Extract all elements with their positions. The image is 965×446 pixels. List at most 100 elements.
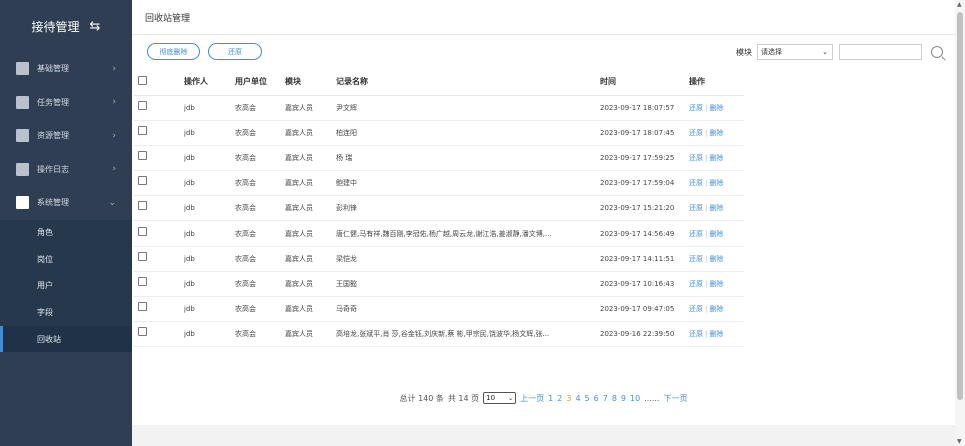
sidebar: 接待管理 ⇆ 基础管理 › 任务管理 › 资源管理 › 操作日志 › 系统管理 …: [0, 0, 132, 446]
sidebar-item-tasks[interactable]: 任务管理 ›: [0, 86, 132, 120]
page-link[interactable]: 8: [612, 394, 617, 403]
menu-icon: [16, 129, 29, 143]
column-header: 模块: [285, 68, 336, 96]
sidebar-item-resources[interactable]: 资源管理 ›: [0, 119, 132, 153]
menu-icon: [16, 162, 29, 176]
row-checkbox[interactable]: [138, 150, 147, 160]
table-row[interactable]: jdb 农高会 嘉宾人员 尹文辉 2023-09-17 18:07:57 还原 | 删除: [134, 95, 744, 121]
action-divider: |: [705, 330, 708, 339]
scrollbar-thumb[interactable]: [957, 12, 963, 400]
row-delete-link[interactable]: 删除: [709, 179, 723, 187]
row-checkbox[interactable]: [138, 100, 147, 110]
table-row[interactable]: jdb 农高会 嘉宾人员 王国懿 2023-09-17 10:16:43 还原 | 删除: [134, 271, 744, 298]
page-link[interactable]: 9: [621, 394, 626, 403]
table-cell: jdb: [184, 321, 235, 348]
sidebar-item-fields[interactable]: 字段: [0, 299, 132, 326]
sidebar-item-positions[interactable]: 岗位: [0, 246, 132, 273]
row-checkbox[interactable]: [138, 302, 147, 312]
row-delete-link[interactable]: 删除: [709, 104, 723, 112]
table-cell: 嘉宾人员: [285, 246, 336, 272]
table-cell: 2023-09-17 18:07:57: [600, 95, 689, 121]
page-link[interactable]: 3: [566, 394, 571, 403]
row-delete-link[interactable]: 删除: [709, 204, 723, 212]
row-actions: 还原 | 删除: [689, 271, 744, 298]
table-row[interactable]: jdb 农高会 嘉宾人员 马奇奇 2023-09-17 09:47:05 还原 | 删除: [134, 296, 744, 323]
row-restore-link[interactable]: 还原: [689, 104, 703, 112]
row-delete-link[interactable]: 删除: [709, 154, 723, 162]
row-restore-link[interactable]: 还原: [689, 255, 703, 263]
table-row[interactable]: jdb 农高会 嘉宾人员 彭利锋 2023-09-17 15:21:20 还原 | 删除: [134, 195, 744, 222]
sidebar-item-system[interactable]: 系统管理 ⌄: [0, 186, 132, 220]
row-delete-link[interactable]: 删除: [709, 129, 723, 137]
table-cell: jdb: [184, 271, 235, 298]
page-link[interactable]: 1: [548, 394, 553, 403]
search-icon[interactable]: [931, 46, 943, 58]
scroll-up-icon[interactable]: ▲: [957, 1, 962, 8]
page-link[interactable]: 2: [557, 394, 562, 403]
row-checkbox[interactable]: [138, 201, 147, 211]
row-restore-link[interactable]: 还原: [689, 330, 703, 338]
row-delete-link[interactable]: 删除: [709, 255, 723, 263]
row-delete-link[interactable]: 删除: [709, 280, 723, 288]
table-row[interactable]: jdb 农高会 嘉宾人员 鲍建中 2023-09-17 17:59:04 还原 | 删除: [134, 170, 744, 197]
row-checkbox[interactable]: [138, 226, 147, 236]
purge-button[interactable]: 彻底删除: [147, 43, 200, 60]
next-page-link[interactable]: 下一页: [663, 393, 687, 404]
page-size-select[interactable]: 10 ⌄: [483, 392, 517, 404]
row-restore-link[interactable]: 还原: [689, 230, 703, 238]
module-select[interactable]: 请选择 ⌄: [757, 44, 833, 60]
row-checkbox[interactable]: [138, 176, 147, 186]
sidebar-item-basic[interactable]: 基础管理 ›: [0, 52, 132, 86]
row-checkbox[interactable]: [138, 125, 147, 135]
page-count: 共 14 页: [447, 393, 480, 403]
prev-page-link[interactable]: 上一页: [520, 393, 544, 404]
row-actions: 还原 | 删除: [689, 195, 744, 222]
row-checkbox[interactable]: [138, 276, 147, 286]
row-restore-link[interactable]: 还原: [689, 154, 703, 162]
page-link[interactable]: 6: [594, 394, 599, 403]
module-filter: 模块 请选择 ⌄: [736, 44, 955, 60]
search-input[interactable]: [839, 44, 922, 60]
row-delete-link[interactable]: 删除: [709, 305, 723, 313]
main-panel: 回收站管理 彻底删除 还原 模块 请选择 ⌄ 操作人 用户单位 模块 记录名称 …: [132, 0, 955, 446]
table-cell: jdb: [184, 120, 235, 146]
sidebar-item-users[interactable]: 用户: [0, 273, 132, 300]
scrollbar[interactable]: ▲ ▼: [955, 0, 965, 446]
menu-icon: [16, 196, 29, 210]
table-cell: 2023-09-16 22:39:50: [600, 321, 689, 348]
table-row[interactable]: jdb 农高会 嘉宾人员 唐仁健,马有祥,魏百刚,李冠佑,杨广越,周云龙,谢江浩,姜淑…: [134, 220, 744, 247]
table-cell: 农高会: [235, 95, 285, 121]
sidebar-item-recycle-bin[interactable]: 回收站: [0, 325, 132, 353]
row-restore-link[interactable]: 还原: [689, 204, 703, 212]
row-actions: 还原 | 删除: [689, 321, 744, 348]
table-cell: 农高会: [235, 120, 285, 146]
sidebar-item-roles[interactable]: 角色: [0, 220, 132, 247]
restore-button[interactable]: 还原: [208, 43, 262, 60]
chevron-down-icon: ⌄: [508, 394, 514, 402]
page-link[interactable]: 5: [585, 394, 590, 403]
row-restore-link[interactable]: 还原: [689, 179, 703, 187]
row-delete-link[interactable]: 删除: [709, 230, 723, 238]
chevron-down-icon: ⌄: [108, 197, 116, 208]
table-row[interactable]: jdb 农高会 嘉宾人员 高培龙,张斌平,肖 莎,谷金钰,刘庆新,蔡 彬,甲宗民,饶波…: [134, 321, 744, 348]
table-row[interactable]: jdb 农高会 嘉宾人员杨 瑞 2023-09-17 17:59:25 还原 | 删除: [134, 145, 744, 172]
swap-icon[interactable]: ⇆: [90, 19, 101, 34]
page-link[interactable]: 7: [603, 394, 608, 403]
row-restore-link[interactable]: 还原: [689, 280, 703, 288]
select-all-checkbox[interactable]: [138, 75, 147, 85]
page-link[interactable]: 4: [575, 394, 580, 403]
row-checkbox[interactable]: [138, 251, 147, 261]
table-cell: 农高会: [235, 145, 285, 172]
scroll-down-icon[interactable]: ▼: [957, 438, 962, 445]
table-cell: 农高会: [235, 220, 285, 247]
table-cell: 2023-09-17 17:59:25: [600, 145, 689, 172]
table-row[interactable]: jdb 农高会 嘉宾人员 梁恺龙 2023-09-17 14:11:51 还原 | 删除: [134, 246, 744, 272]
row-delete-link[interactable]: 删除: [709, 330, 723, 338]
sidebar-item-logs[interactable]: 操作日志 ›: [0, 153, 132, 187]
row-restore-link[interactable]: 还原: [689, 129, 703, 137]
row-restore-link[interactable]: 还原: [689, 305, 703, 313]
table-row[interactable]: jdb 农高会 嘉宾人员 柏连阳 2023-09-17 18:07:45 还原 | 删除: [134, 120, 744, 146]
table-cell: jdb: [184, 95, 235, 121]
page-link[interactable]: 10: [630, 394, 640, 403]
row-checkbox[interactable]: [138, 327, 147, 337]
